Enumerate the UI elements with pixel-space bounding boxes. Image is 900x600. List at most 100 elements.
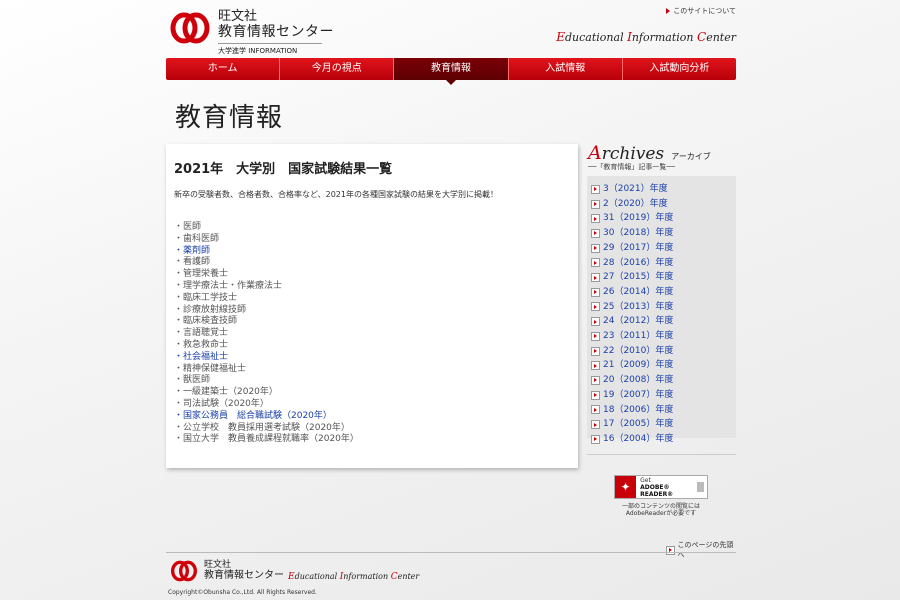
archives-title-en: Archives <box>588 142 665 164</box>
footer-eic-text-1: ducational <box>294 572 340 581</box>
eic-text-2: nformation <box>631 31 698 44</box>
copyright: Copyright©Obunsha Co.,Ltd. All Rights Re… <box>168 589 317 596</box>
get-adobe-reader-button[interactable]: ✦ Get ADOBE® READER® <box>614 475 708 499</box>
archives-title-jp: アーカイブ <box>671 152 711 161</box>
archive-year-link[interactable]: 31（2019）年度 <box>591 211 736 226</box>
archive-year-label: 21（2009）年度 <box>603 360 674 371</box>
archive-year-label: 30（2018）年度 <box>603 228 674 239</box>
arrow-right-icon <box>591 199 600 209</box>
arrow-right-icon <box>591 390 600 400</box>
archives-rest: rchives <box>601 144 665 164</box>
adobe-reader-icon: ✦ <box>615 476 637 498</box>
archive-year-link[interactable]: 29（2017）年度 <box>591 241 736 256</box>
archives-list-box: 3（2021）年度 2（2020）年度 31（2019）年度 30（2018）年… <box>587 176 736 444</box>
arrow-right-icon <box>591 331 600 341</box>
arrow-right-icon <box>591 434 600 444</box>
logo-title: 旺文社 <box>218 9 258 24</box>
eic-letter-e: E <box>556 30 566 44</box>
about-site-link[interactable]: このサイトについて <box>666 6 736 16</box>
list-item: ・一級建築士（2020年） <box>174 387 278 398</box>
footer-eic-c: C <box>390 572 398 582</box>
arrow-right-icon <box>591 317 600 327</box>
list-item: ・公立学校 教員採用選考試験（2020年） <box>174 422 350 433</box>
archive-year-link[interactable]: 26（2014）年度 <box>591 285 736 300</box>
eic-text-3: enter <box>706 31 736 44</box>
archive-year-link[interactable]: 17（2005）年度 <box>591 417 736 432</box>
archives-list: 3（2021）年度 2（2020）年度 31（2019）年度 30（2018）年… <box>591 182 736 447</box>
sidebar-divider <box>587 454 736 455</box>
archive-year-label: 24（2012）年度 <box>603 316 674 327</box>
archive-year-label: 23（2011）年度 <box>603 331 674 342</box>
archives-title: Archives アーカイブ <box>588 142 711 164</box>
nav-item-exam-info[interactable]: 入試情報 <box>509 58 623 80</box>
list-item: ・理学療法士・作業療法士 <box>174 280 283 291</box>
archive-year-link[interactable]: 19（2007）年度 <box>591 388 736 403</box>
arrow-right-icon <box>591 273 600 283</box>
logo-small-text: 大学進学 INFORMATION <box>218 47 298 55</box>
archive-year-label: 17（2005）年度 <box>603 419 674 430</box>
list-item: ・管理栄養士 <box>174 269 229 280</box>
arrow-right-icon <box>591 375 600 385</box>
archive-year-link[interactable]: 18（2006）年度 <box>591 403 736 418</box>
nav-item-exam-analysis[interactable]: 入試動向分析 <box>623 58 736 80</box>
nav-item-monthly-view[interactable]: 今月の視点 <box>280 58 395 80</box>
archive-year-label: 18（2006）年度 <box>603 404 674 415</box>
adobe-note-line2: AdobeReaderが必要です <box>625 510 697 517</box>
archive-year-link[interactable]: 16（2004）年度 <box>591 432 736 447</box>
adobe-note-line1: 一部のコンテンツの閲覧には <box>621 503 700 510</box>
arrow-right-icon <box>591 258 600 268</box>
adobe-name-label: ADOBE® READER® <box>640 483 674 498</box>
archive-year-link[interactable]: 24（2012）年度 <box>591 314 736 329</box>
footer-eic-e: E <box>288 572 295 582</box>
archive-year-label: 22（2010）年度 <box>603 345 674 356</box>
arrow-right-icon <box>591 302 600 312</box>
list-item: ・司法試験（2020年） <box>174 398 269 409</box>
archive-year-link[interactable]: 20（2008）年度 <box>591 373 736 388</box>
nav-item-education-info[interactable]: 教育情報 <box>394 58 509 85</box>
list-item-link[interactable]: ・国家公務員 総合職試験（2020年） <box>174 411 570 423</box>
archive-year-link[interactable]: 22（2010）年度 <box>591 344 736 359</box>
list-item: ・国立大学 教員養成課程就職率（2020年） <box>174 434 359 445</box>
arrow-right-icon <box>591 361 600 371</box>
archive-year-label: 29（2017）年度 <box>603 242 674 253</box>
arrow-right-icon <box>591 214 600 224</box>
obunsha-footer-logo-icon <box>171 560 197 582</box>
download-icon <box>696 482 704 492</box>
archive-year-link[interactable]: 23（2011）年度 <box>591 329 736 344</box>
list-item-link[interactable]: ・薬剤師 <box>174 246 570 258</box>
list-item: ・臨床工学技士 <box>174 292 238 303</box>
archive-year-link[interactable]: 2（2020）年度 <box>591 197 736 212</box>
footer-eic-text-2: nformation <box>343 572 391 581</box>
archive-year-link[interactable]: 21（2009）年度 <box>591 358 736 373</box>
footer-logo-title: 旺文社 <box>204 560 232 570</box>
archive-year-label: 27（2015）年度 <box>603 272 674 283</box>
footer-eic-logo: Educational Information Center <box>288 572 419 582</box>
archive-year-label: 28（2016）年度 <box>603 257 674 268</box>
site-logo[interactable]: 旺文社 教育情報センター 大学進学 INFORMATION <box>218 10 334 56</box>
archive-year-label: 19（2007）年度 <box>603 389 674 400</box>
page-wrapper: 旺文社 教育情報センター 大学進学 INFORMATION このサイトについて … <box>166 0 736 600</box>
arrow-right-icon <box>591 346 600 356</box>
archive-year-link[interactable]: 28（2016）年度 <box>591 256 736 271</box>
list-item-link[interactable]: ・社会福祉士 <box>174 352 570 364</box>
obunsha-logo-icon[interactable] <box>170 10 210 46</box>
page-title: 教育情報 <box>175 103 284 133</box>
about-site-label: このサイトについて <box>673 7 736 15</box>
archive-year-link[interactable]: 25（2013）年度 <box>591 300 736 315</box>
list-item: ・歯科医師 <box>174 233 220 244</box>
archive-year-link[interactable]: 3（2021）年度 <box>591 182 736 197</box>
arrow-right-icon <box>666 545 675 555</box>
archive-year-label: 20（2008）年度 <box>603 375 674 386</box>
archive-year-label: 31（2019）年度 <box>603 213 674 224</box>
archive-year-link[interactable]: 27（2015）年度 <box>591 270 736 285</box>
archive-year-link[interactable]: 30（2018）年度 <box>591 226 736 241</box>
footer-logo-subtitle: 教育情報センター <box>204 570 284 581</box>
nav-item-home[interactable]: ホーム <box>166 58 281 80</box>
archive-year-label: 16（2004）年度 <box>603 433 674 444</box>
list-item: ・医師 <box>174 222 202 232</box>
page-top-link[interactable]: このページの先頭へ <box>666 540 736 560</box>
list-item: ・精神保健福祉士 <box>174 363 247 374</box>
archive-year-label: 2（2020）年度 <box>603 198 668 209</box>
main-nav: ホーム 今月の視点 教育情報 入試情報 入試動向分析 <box>166 58 736 85</box>
educational-information-center-logo: Educational Information Center <box>556 30 736 44</box>
